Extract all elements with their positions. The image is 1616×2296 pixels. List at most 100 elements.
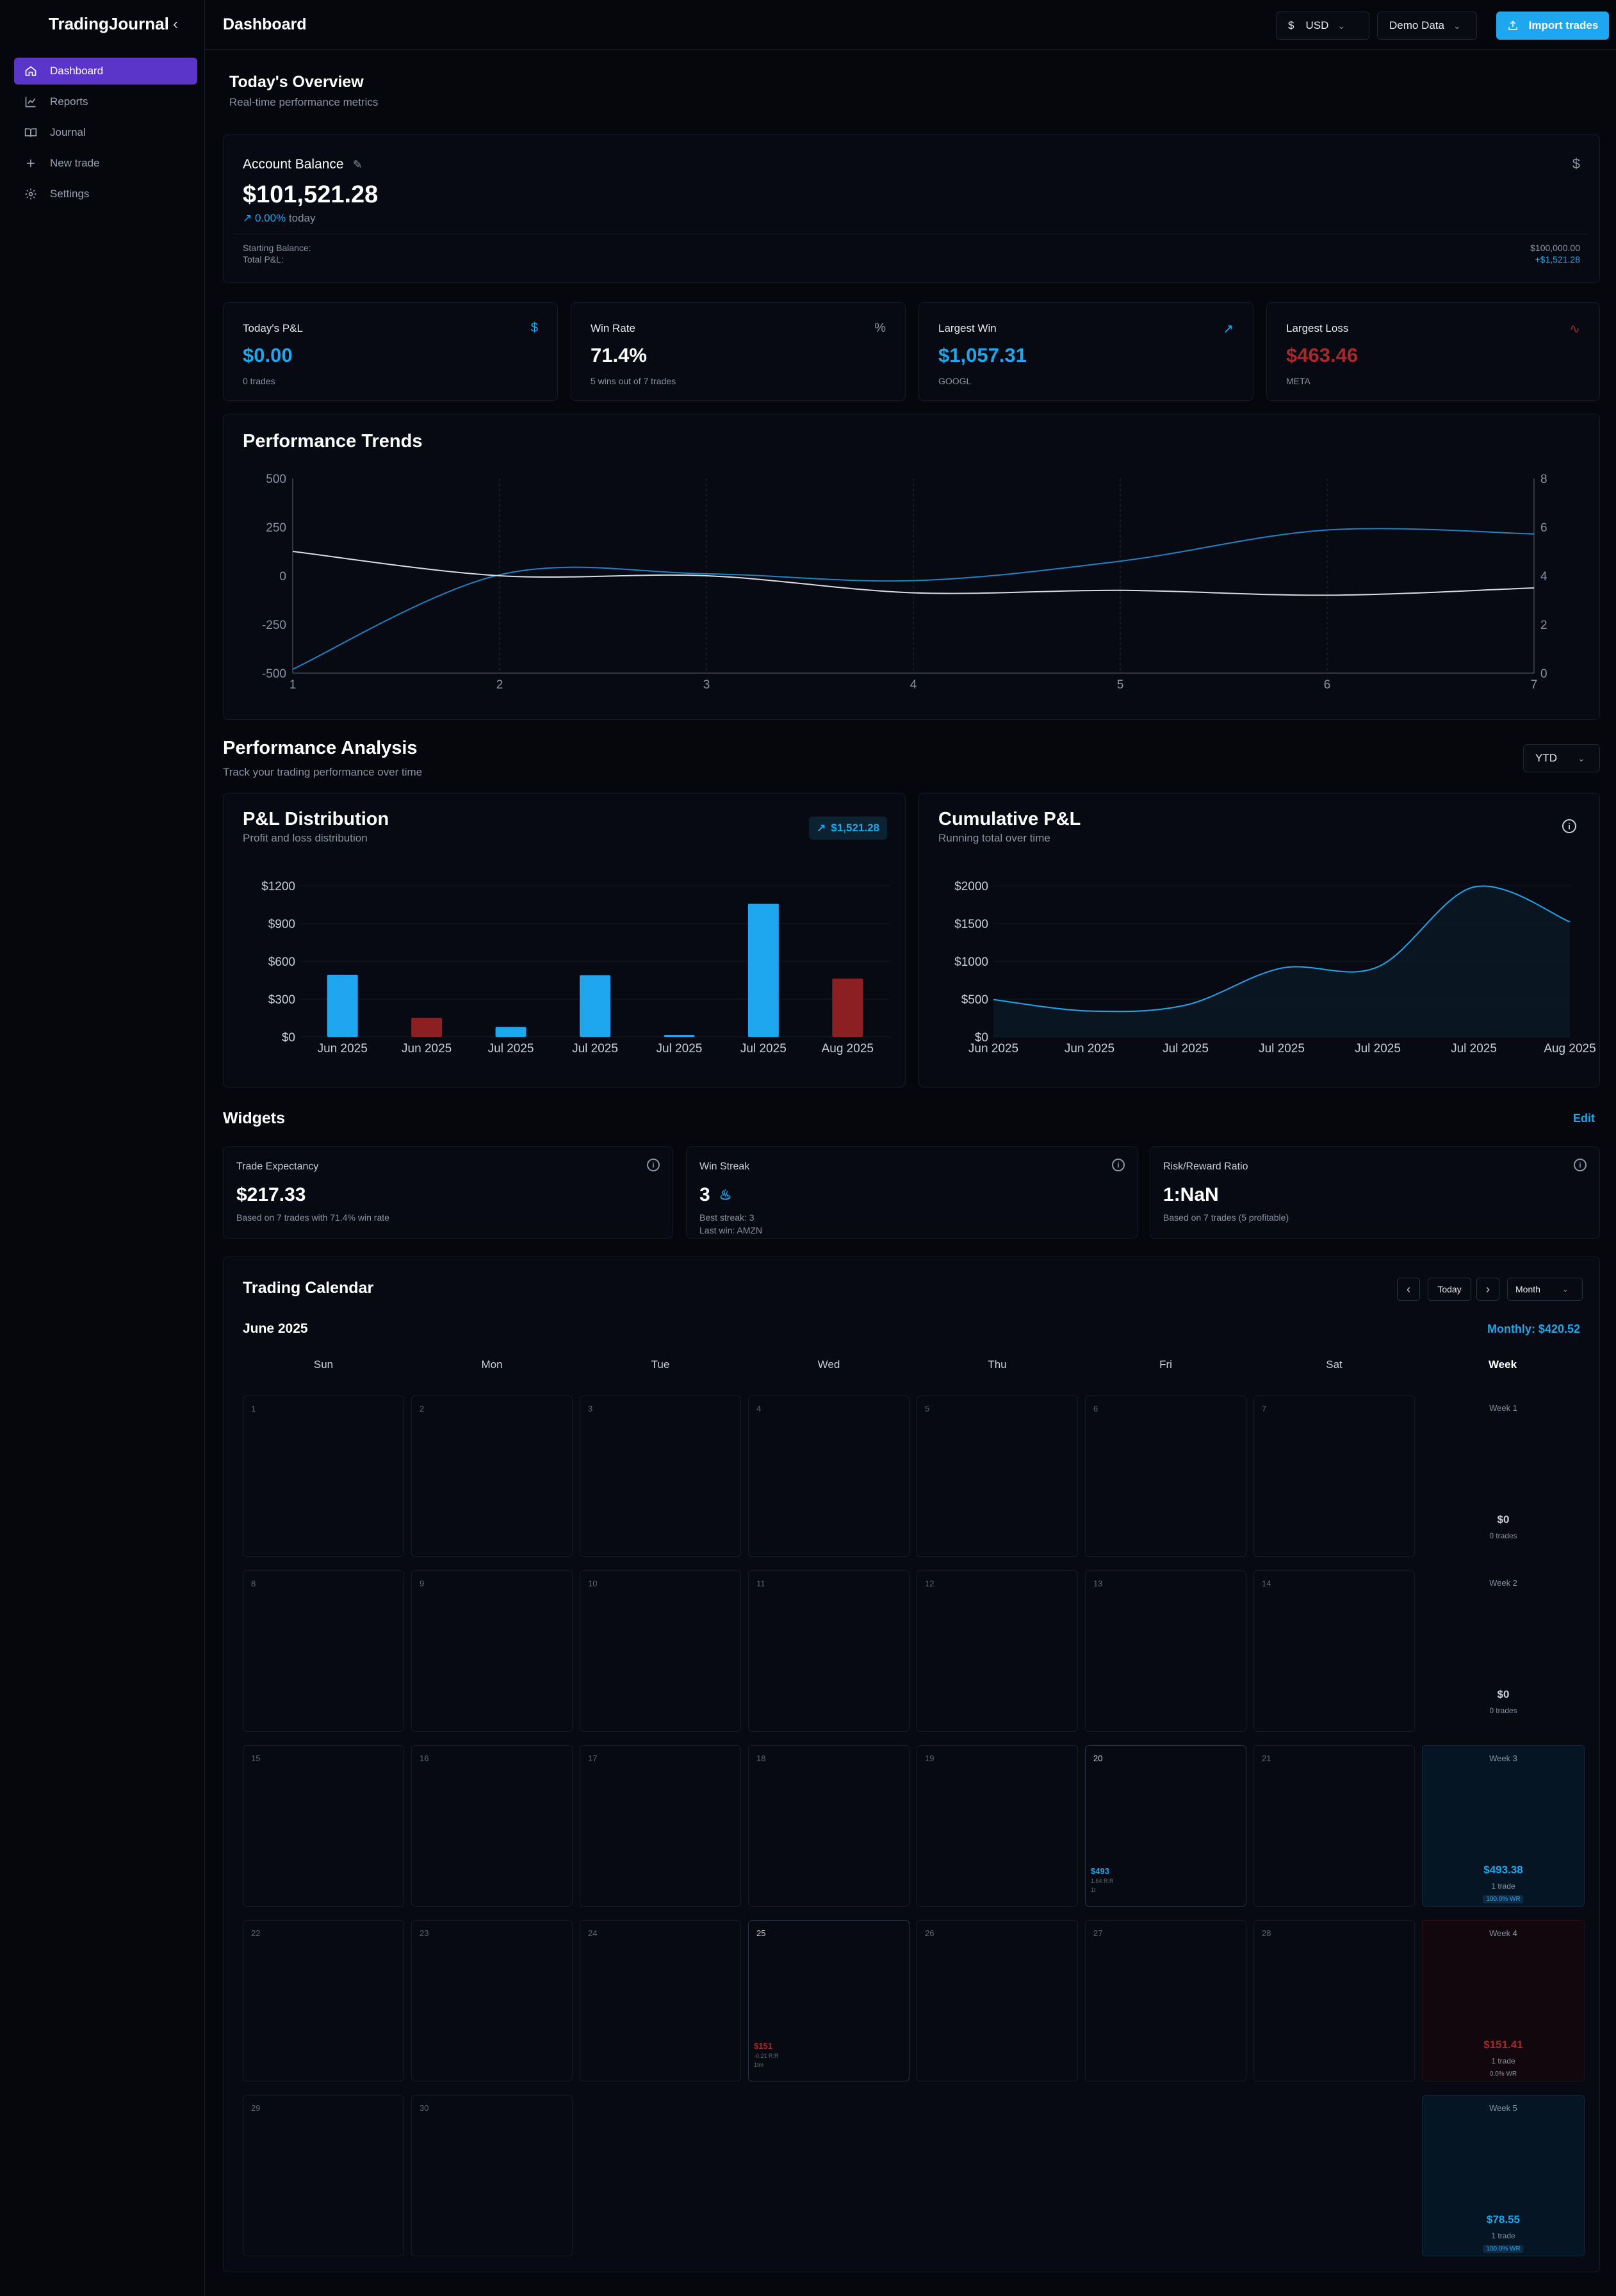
weekday-header: Thu <box>988 1358 1007 1371</box>
pencil-icon[interactable]: ✎ <box>353 158 363 172</box>
x-tick-label: Jul 2025 <box>1163 1042 1209 1055</box>
import-trades-button[interactable]: Import trades <box>1496 12 1609 40</box>
calendar-day[interactable]: 29 <box>243 2095 404 2256</box>
day-number: 10 <box>588 1579 598 1588</box>
calendar-day[interactable]: 16 <box>411 1745 573 1907</box>
widget-label: Win Streak <box>699 1161 750 1172</box>
balance-change: 0.00% <box>254 212 286 224</box>
widget-line: Based on 7 trades with 71.4% win rate <box>236 1212 389 1223</box>
account-balance-card: Account Balance ✎ $ $101,521.28 ↗ 0.00% … <box>223 134 1600 283</box>
calendar-day[interactable]: 8 <box>243 1570 404 1732</box>
calendar-day[interactable]: 5 <box>917 1396 1078 1557</box>
bar <box>580 975 610 1037</box>
day-number: 18 <box>756 1754 766 1763</box>
day-number: 14 <box>1262 1579 1271 1588</box>
range-value: YTD <box>1535 752 1557 764</box>
calendar-day[interactable]: 28 <box>1253 1920 1415 2081</box>
flame-icon: ♨ <box>719 1187 732 1203</box>
stat-sub: META <box>1286 376 1310 386</box>
weekday-header: Wed <box>817 1358 840 1371</box>
calendar-day[interactable]: 14 <box>1253 1570 1415 1732</box>
calendar-day[interactable]: 2 <box>411 1396 573 1557</box>
calendar-day[interactable]: 9 <box>411 1570 573 1732</box>
chevron-down-icon: ⌄ <box>1337 20 1346 31</box>
calendar-day[interactable]: 11 <box>748 1570 910 1732</box>
calendar-month: June 2025 <box>243 1321 308 1336</box>
calendar-day[interactable]: 30 <box>411 2095 573 2256</box>
today-button[interactable]: Today <box>1428 1278 1471 1301</box>
day-number: 6 <box>1093 1404 1098 1413</box>
currency-select[interactable]: $ USD ⌄ <box>1276 12 1369 40</box>
win-rate-badge: 100.0% WR <box>1483 2245 1524 2253</box>
sidebar-item-new-trade[interactable]: New trade <box>14 150 197 177</box>
bar <box>327 974 358 1037</box>
x-tick-label: Jul 2025 <box>740 1042 787 1055</box>
edit-widgets-link[interactable]: Edit <box>1573 1112 1595 1125</box>
calendar-day[interactable]: 17 <box>580 1745 741 1907</box>
sidebar-item-dashboard[interactable]: Dashboard <box>14 58 197 85</box>
sidebar-item-journal[interactable]: Journal <box>14 119 197 146</box>
stat-sub: 5 wins out of 7 trades <box>591 376 676 386</box>
calendar-view-select[interactable]: Month ⌄ <box>1507 1278 1583 1301</box>
sidebar-item-settings[interactable]: Settings <box>14 181 197 208</box>
widget-value: $217.33 <box>236 1184 306 1205</box>
week-label: Week 1 <box>1489 1403 1517 1413</box>
calendar-day[interactable]: 21 <box>1253 1745 1415 1907</box>
info-icon[interactable]: i <box>647 1159 660 1171</box>
calendar-day[interactable]: 19 <box>917 1745 1078 1907</box>
day-number: 21 <box>1262 1754 1271 1763</box>
y-tick-label: $2000 <box>954 880 988 893</box>
calendar-day[interactable]: 3 <box>580 1396 741 1557</box>
widgets-title: Widgets <box>223 1109 285 1127</box>
sidebar-item-reports[interactable]: Reports <box>14 88 197 115</box>
x-tick-label: Jun 2025 <box>968 1042 1018 1055</box>
bar <box>411 1018 443 1037</box>
calendar-day[interactable]: 1 <box>243 1396 404 1557</box>
calendar-day[interactable]: 10 <box>580 1570 741 1732</box>
calendar-day[interactable]: 6 <box>1085 1396 1246 1557</box>
top-bar: Dashboard $ USD ⌄ Demo Data ⌄ Import tra… <box>205 0 1616 50</box>
data-source-select[interactable]: Demo Data ⌄ <box>1377 12 1477 40</box>
calendar-day[interactable]: 12 <box>917 1570 1078 1732</box>
overview-subtitle: Real-time performance metrics <box>229 96 379 108</box>
day-number: 3 <box>588 1404 593 1413</box>
calendar-day[interactable]: 25 $151 -0.21 R:R 1tm <box>748 1920 910 2081</box>
info-icon[interactable]: i <box>1112 1159 1125 1171</box>
week-summary: Week 5 $78.55 1 trade 100.0% WR <box>1422 2095 1585 2256</box>
stat-sub: GOOGL <box>938 376 972 386</box>
calendar-day[interactable]: 15 <box>243 1745 404 1907</box>
calendar-day[interactable]: 4 <box>748 1396 910 1557</box>
y-tick-label-right: 8 <box>1540 473 1547 486</box>
prev-month-button[interactable]: ‹ <box>1397 1278 1420 1301</box>
range-select[interactable]: YTD ⌄ <box>1523 744 1600 772</box>
calendar-day[interactable]: 23 <box>411 1920 573 2081</box>
dollar-icon: $ <box>1572 156 1580 172</box>
day-number: 12 <box>925 1579 935 1588</box>
calendar-day[interactable]: 13 <box>1085 1570 1246 1732</box>
plus-icon <box>23 156 38 171</box>
cumulative-pnl-card: Cumulative P&L Running total over time i… <box>918 793 1600 1087</box>
week-trades: 0 trades <box>1489 1706 1517 1715</box>
stat-value: 71.4% <box>591 344 647 366</box>
calendar-day[interactable]: 20 $493 1.64 R:R 1t <box>1085 1745 1246 1907</box>
calendar-day[interactable]: 7 <box>1253 1396 1415 1557</box>
widget-value: 3 <box>699 1184 710 1205</box>
week-trades: 1 trade <box>1491 1882 1515 1891</box>
day-number: 27 <box>1093 1928 1103 1938</box>
calendar-day[interactable]: 24 <box>580 1920 741 2081</box>
calendar-day[interactable]: 22 <box>243 1920 404 2081</box>
calendar-day[interactable]: 26 <box>917 1920 1078 2081</box>
collapse-sidebar-icon[interactable]: ‹ <box>173 15 178 33</box>
stat-card-win-rate: Win Rate % 71.4% 5 wins out of 7 trades <box>571 302 906 401</box>
calendar-day[interactable]: 18 <box>748 1745 910 1907</box>
calendar-day[interactable]: 27 <box>1085 1920 1246 2081</box>
weekday-header: Sat <box>1326 1358 1343 1371</box>
next-month-button[interactable]: › <box>1476 1278 1499 1301</box>
info-icon[interactable]: i <box>1574 1159 1587 1171</box>
calendar-title: Trading Calendar <box>243 1279 374 1297</box>
import-trades-label: Import trades <box>1528 19 1599 31</box>
sidebar-item-label: Dashboard <box>50 65 104 77</box>
upload-icon <box>1507 20 1519 31</box>
x-tick-label: Jun 2025 <box>1065 1042 1114 1055</box>
analysis-subtitle: Track your trading performance over time <box>223 766 423 778</box>
